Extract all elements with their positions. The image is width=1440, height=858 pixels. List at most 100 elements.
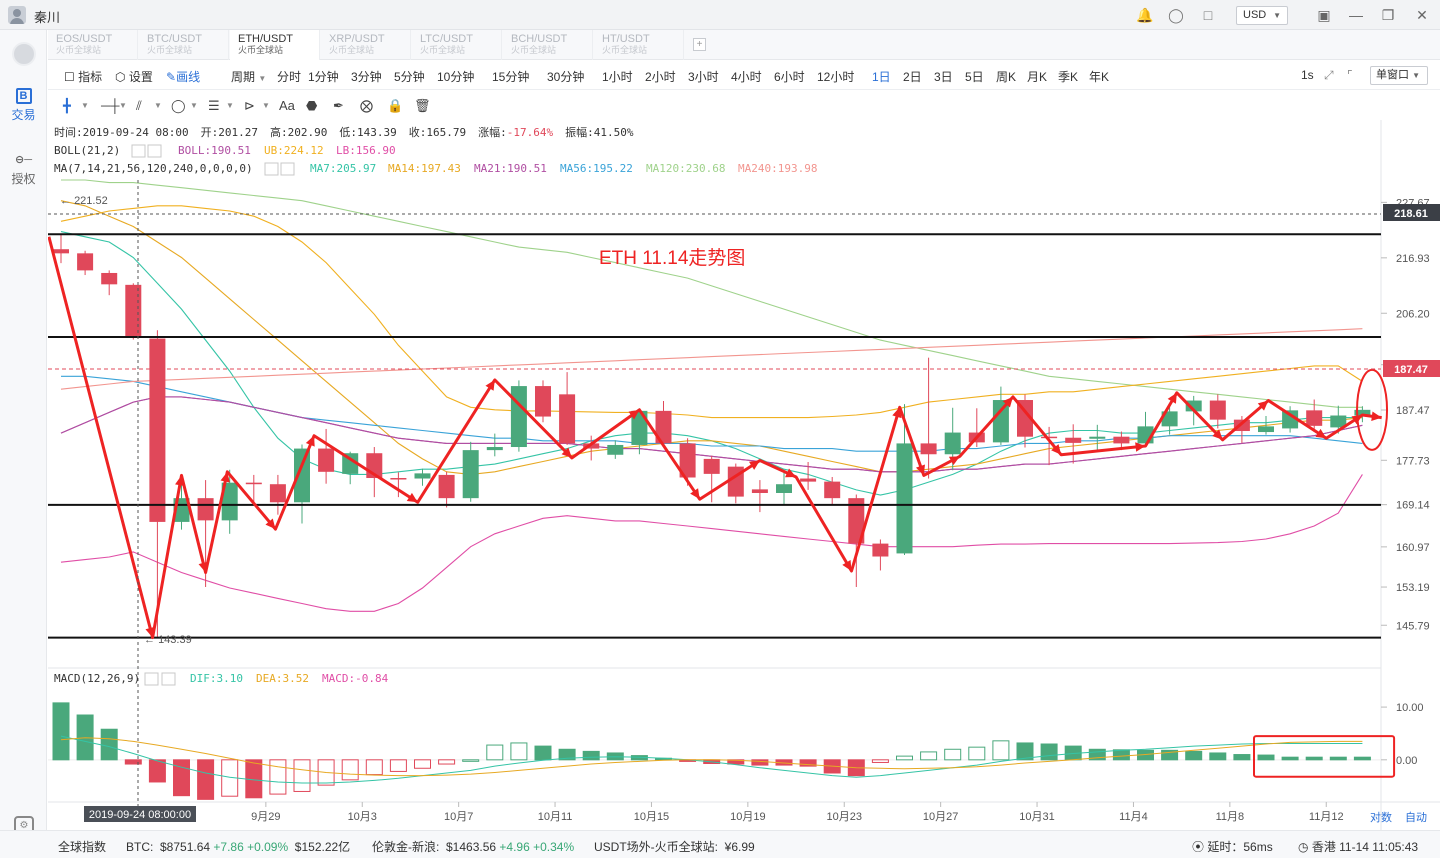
refresh-rate[interactable]: 1s: [1301, 68, 1314, 82]
low-marker-value: 143.39: [158, 634, 192, 646]
currency-value: USD: [1243, 9, 1267, 21]
tab-eth-usdt[interactable]: ETH/USDT 火币全球站: [230, 30, 320, 60]
search-icon[interactable]: ◯: [1168, 7, 1184, 23]
interval-14[interactable]: 2日: [903, 68, 922, 85]
tab-xrp-usdt[interactable]: XRP/USDT 火币全球站: [321, 30, 411, 60]
macd-bar: [341, 759, 359, 781]
magnet-tool-icon[interactable]: ⨂: [360, 98, 373, 114]
popout-icon[interactable]: ▣: [1315, 6, 1333, 24]
lock-tool-icon[interactable]: 🔒: [387, 98, 403, 114]
close-button[interactable]: ✕: [1413, 6, 1431, 24]
interval-15[interactable]: 3日: [934, 68, 953, 85]
tab-bch-usdt[interactable]: BCH/USDT 火币全球站: [503, 30, 593, 60]
trend-line-tool-icon[interactable]: ⫽: [136, 98, 142, 114]
pattern-tool-icon[interactable]: ⊳: [244, 98, 255, 114]
macd-bar: [534, 745, 552, 761]
candle-body: [872, 543, 889, 557]
interval-16[interactable]: 5日: [965, 68, 984, 85]
price-tick-label: 169.14: [1396, 500, 1430, 512]
interval-20[interactable]: 年K: [1089, 68, 1109, 85]
clock-display: ◷ 香港 11-14 11:05:43: [1298, 840, 1419, 854]
screenshot-icon[interactable]: ⌜: [1347, 68, 1353, 82]
time-tick-label: 10月11: [538, 811, 573, 823]
period-select[interactable]: 周期 ▼: [231, 68, 266, 85]
macd-bar: [486, 744, 504, 761]
interval-0[interactable]: 分时: [277, 68, 301, 85]
macd-bar: [1233, 754, 1251, 761]
indicator-button[interactable]: ☐ 指标: [64, 68, 102, 85]
candle-body: [1209, 400, 1226, 420]
macd-bar: [1209, 752, 1227, 761]
interval-6[interactable]: 30分钟: [547, 68, 584, 85]
candle-body: [486, 447, 503, 451]
chevron-down-icon[interactable]: ▼: [81, 98, 89, 114]
gear-icon: ⬡: [115, 70, 126, 84]
fibonacci-tool-icon[interactable]: ☰: [208, 98, 220, 114]
text-tool-icon[interactable]: Aa: [279, 98, 295, 114]
interval-19[interactable]: 季K: [1058, 68, 1078, 85]
draw-button[interactable]: ✎画线: [166, 68, 200, 85]
ruler-tool-icon[interactable]: ⬣: [306, 98, 317, 114]
interval-2[interactable]: 3分钟: [351, 68, 382, 85]
interval-11[interactable]: 6小时: [774, 68, 805, 85]
macd-bar: [751, 759, 769, 766]
tab-exchange: 火币全球站: [238, 45, 284, 55]
auto-scale-button[interactable]: 自动: [1405, 811, 1427, 824]
last-price: 218.61: [1394, 208, 1428, 220]
status-bar: 全球指数 BTC: $8751.64 +7.86 +0.09% $152.22亿…: [0, 830, 1440, 858]
tab-ltc-usdt[interactable]: LTC/USDT 火币全球站: [412, 30, 502, 60]
tab-ht-usdt[interactable]: HT/USDT 火币全球站: [594, 30, 684, 60]
brush-tool-icon[interactable]: ✒: [333, 98, 344, 114]
tab-btc-usdt[interactable]: BTC/USDT 火币全球站: [139, 30, 229, 60]
interval-5[interactable]: 15分钟: [492, 68, 529, 85]
interval-9[interactable]: 3小时: [688, 68, 719, 85]
chevron-down-icon[interactable]: ▼: [262, 98, 270, 114]
ellipse-tool-icon[interactable]: ◯: [171, 98, 186, 114]
interval-1[interactable]: 1分钟: [308, 68, 339, 85]
tab-eos-usdt[interactable]: EOS/USDT 火币全球站: [48, 30, 138, 60]
currency-select[interactable]: USD ▼: [1236, 6, 1288, 25]
interval-10[interactable]: 4小时: [731, 68, 762, 85]
sidebar-item-trade[interactable]: B 交易: [0, 88, 47, 123]
crosshair-tool-icon[interactable]: ╋: [63, 98, 71, 114]
fullscreen-icon[interactable]: ⤢: [1324, 68, 1334, 83]
macd-bar: [510, 742, 528, 761]
macd-bar: [124, 759, 142, 765]
interval-8[interactable]: 2小时: [645, 68, 676, 85]
candle-body: [245, 482, 262, 485]
minimize-button[interactable]: —: [1347, 6, 1365, 24]
interval-7[interactable]: 1小时: [602, 68, 633, 85]
interval-12[interactable]: 12小时: [817, 68, 854, 85]
add-tab-button[interactable]: +: [693, 38, 706, 51]
user-name[interactable]: 秦川: [34, 7, 60, 26]
global-index-link[interactable]: 全球指数: [58, 838, 106, 855]
log-scale-button[interactable]: 对数: [1370, 810, 1392, 824]
time-tick-label: 11月4: [1119, 811, 1148, 823]
macd-bar: [100, 728, 118, 761]
chevron-down-icon[interactable]: ▼: [190, 98, 198, 114]
macd-bar: [1112, 749, 1130, 761]
window-mode-select[interactable]: 单窗口 ▼: [1370, 66, 1428, 85]
interval-4[interactable]: 10分钟: [437, 68, 474, 85]
shirt-icon[interactable]: □: [1200, 7, 1216, 23]
kline-chart[interactable]: 227.67216.93206.20196.24187.47177.73169.…: [48, 120, 1440, 830]
settings-button[interactable]: ⬡ 设置: [115, 68, 153, 85]
chevron-down-icon[interactable]: ▼: [119, 98, 127, 114]
interval-3[interactable]: 5分钟: [394, 68, 425, 85]
restore-button[interactable]: ❐: [1379, 6, 1397, 24]
chevron-down-icon[interactable]: ▼: [154, 98, 162, 114]
horizontal-line-tool-icon[interactable]: ─┼: [101, 98, 119, 114]
chevron-down-icon[interactable]: ▼: [226, 98, 234, 114]
sidebar: B 交易 ⊖─ 授权 ⚙: [0, 30, 47, 836]
user-avatar-icon[interactable]: [8, 6, 26, 24]
candle-body: [390, 478, 407, 480]
interval-13[interactable]: 1日: [872, 68, 891, 85]
sidebar-item-authorize[interactable]: ⊖─ 授权: [0, 152, 47, 187]
latency-indicator: ⦿ 延时：56ms: [1192, 840, 1273, 854]
interval-17[interactable]: 周K: [996, 68, 1016, 85]
macd-tick-label: 0.00: [1396, 755, 1417, 767]
bell-icon[interactable]: 🔔: [1136, 7, 1153, 23]
trash-icon[interactable]: 🗑: [414, 98, 431, 114]
interval-18[interactable]: 月K: [1027, 68, 1047, 85]
macd-bar: [462, 759, 480, 762]
